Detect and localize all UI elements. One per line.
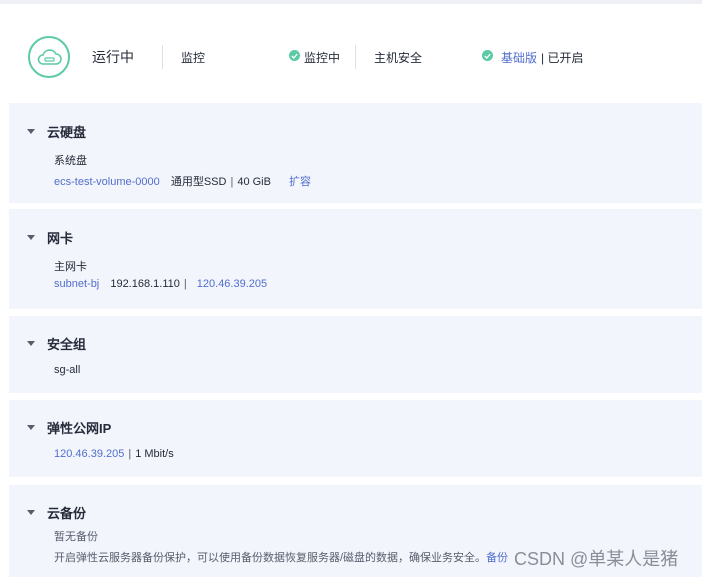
security-group-link[interactable]: sg-all [54,364,80,376]
backup-status: 暂无备份 [54,531,98,543]
separator: | [183,278,187,290]
disk-info-row: ecs-test-volume-0000 通用型SSD | 40 GiB 扩容 [54,173,311,189]
eip-panel: 弹性公网IP 120.46.39.205 | 1 Mbit/s [9,400,702,477]
disk-panel: 云硬盘 系统盘 ecs-test-volume-0000 通用型SSD | 40 G… [9,103,702,203]
nic-subtitle: 主网卡 [54,261,87,273]
backup-hint-row: 开启弹性云服务器备份保护，可以使用备份数据恢复服务器/磁盘的数据，确保业务安全。… [54,549,508,565]
monitor-label: 监控 [181,51,206,65]
security-group-title[interactable]: 安全组 [47,334,86,353]
nic-panel-title[interactable]: 网卡 [47,228,73,247]
collapse-chevron-icon[interactable] [27,510,35,515]
collapse-chevron-icon[interactable] [27,129,35,134]
separator: | [128,448,132,460]
separator: | [230,176,234,188]
disk-subtitle: 系统盘 [54,155,87,167]
subnet-link[interactable]: subnet-bj [54,278,99,290]
check-circle-icon [289,50,300,61]
disk-panel-title[interactable]: 云硬盘 [47,122,86,141]
eip-link[interactable]: 120.46.39.205 [54,448,124,460]
eip-panel-title[interactable]: 弹性公网IP [47,418,111,437]
cloud-server-icon [28,36,70,78]
nic-info-row: subnet-bj 192.168.1.110 | 120.46.39.205 [54,278,267,290]
security-group-panel: 安全组 sg-all [9,316,702,393]
backup-panel-title[interactable]: 云备份 [47,503,86,522]
private-ip: 192.168.1.110 [110,278,180,290]
collapse-chevron-icon[interactable] [27,341,35,346]
status-bar: 运行中 监控 监控中 主机安全 基础版 | 已开启 [0,4,702,100]
volume-size: 40 GiB [237,176,271,188]
public-ip-link[interactable]: 120.46.39.205 [194,278,267,290]
security-edition-link[interactable]: 基础版 [501,49,537,66]
divider [162,45,163,69]
eip-info-row: 120.46.39.205 | 1 Mbit/s [54,448,174,460]
volume-type: 通用型SSD [170,176,227,188]
backup-hint: 开启弹性云服务器备份保护，可以使用备份数据恢复服务器/磁盘的数据，确保业务安全。 [54,552,487,564]
divider [355,45,356,69]
run-status-text: 运行中 [92,49,134,65]
eip-bandwidth: 1 Mbit/s [135,448,174,460]
security-enabled-text: | 已开启 [541,51,584,65]
collapse-chevron-icon[interactable] [27,235,35,240]
backup-link[interactable]: 备份 [486,552,508,564]
watermark: CSDN @单某人是猪 [514,549,679,569]
monitor-status: 监控中 [304,51,341,65]
nic-panel: 网卡 主网卡 subnet-bj 192.168.1.110 | 120.46.3… [9,209,702,309]
collapse-chevron-icon[interactable] [27,425,35,430]
volume-name-link[interactable]: ecs-test-volume-0000 [54,176,160,188]
expand-link[interactable]: 扩容 [274,176,311,188]
check-circle-icon [482,50,493,61]
host-security-label: 主机安全 [374,51,423,65]
